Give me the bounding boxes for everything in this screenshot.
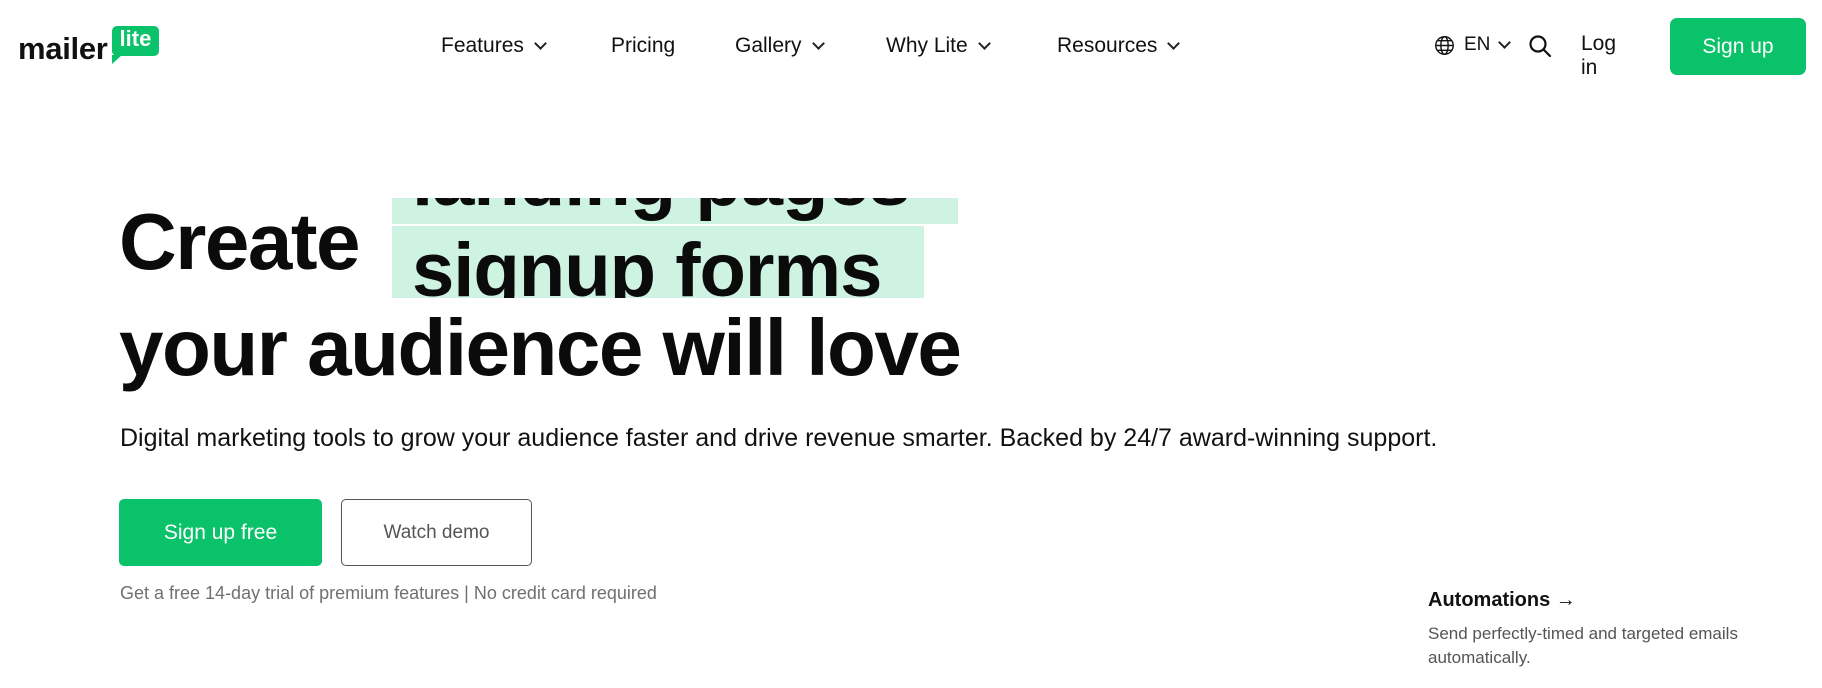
mailerlite-logo[interactable]: mailer lite	[18, 22, 160, 68]
logo-badge: lite	[111, 26, 160, 64]
site-header: mailer lite Features Pricing Gallery Why…	[0, 0, 1822, 92]
nav-why-lite-label: Why Lite	[886, 34, 968, 57]
nav-pricing-label: Pricing	[611, 34, 676, 57]
search-button[interactable]	[1528, 34, 1552, 63]
feature-card-description: Send perfectly-timed and targeted emails…	[1428, 624, 1738, 667]
nav-resources[interactable]: Resources	[1057, 30, 1181, 62]
globe-icon	[1435, 35, 1454, 55]
chevron-down-icon	[1498, 36, 1512, 49]
chevron-down-icon	[811, 37, 825, 50]
rotating-word-current-text: signup forms	[412, 228, 882, 299]
chevron-down-icon	[1167, 37, 1181, 50]
nav-pricing[interactable]: Pricing	[611, 30, 675, 62]
hero-rotating-words: landing pages signup forms	[392, 198, 960, 298]
nav-gallery-label: Gallery	[735, 34, 802, 57]
search-icon	[1529, 35, 1552, 58]
rotating-word-current: signup forms	[392, 226, 924, 298]
chevron-down-icon	[977, 37, 991, 50]
nav-features[interactable]: Features	[441, 30, 547, 62]
logo-wordmark: mailer	[18, 31, 108, 66]
arrow-right-icon: →	[1555, 589, 1576, 611]
nav-why-lite[interactable]: Why Lite	[886, 30, 991, 62]
hero-heading-audience: your audience will love	[119, 303, 962, 392]
signup-button[interactable]: Sign up	[1670, 18, 1806, 75]
nav-resources-label: Resources	[1057, 34, 1158, 57]
sign-up-free-button[interactable]: Sign up free	[119, 499, 322, 566]
feature-card-automations[interactable]: Automations → Send perfectly-timed and t…	[1428, 589, 1758, 670]
rotating-word-previous: landing pages	[392, 198, 958, 224]
login-link[interactable]: Log in	[1581, 32, 1616, 80]
hero-subtitle: Digital marketing tools to grow your aud…	[120, 424, 1438, 452]
trial-note: Get a free 14-day trial of premium featu…	[120, 583, 657, 603]
watch-demo-button[interactable]: Watch demo	[341, 499, 532, 566]
nav-features-label: Features	[441, 34, 524, 57]
language-code: EN	[1464, 34, 1491, 55]
rotating-word-previous-text: landing pages	[412, 198, 911, 218]
feature-card-title-text: Automations	[1428, 589, 1551, 611]
hero-heading-create: Create	[119, 197, 361, 286]
feature-card-title[interactable]: Automations →	[1428, 589, 1758, 612]
nav-gallery[interactable]: Gallery	[735, 30, 825, 62]
chevron-down-icon	[534, 37, 547, 50]
language-selector[interactable]: EN	[1434, 34, 1512, 56]
